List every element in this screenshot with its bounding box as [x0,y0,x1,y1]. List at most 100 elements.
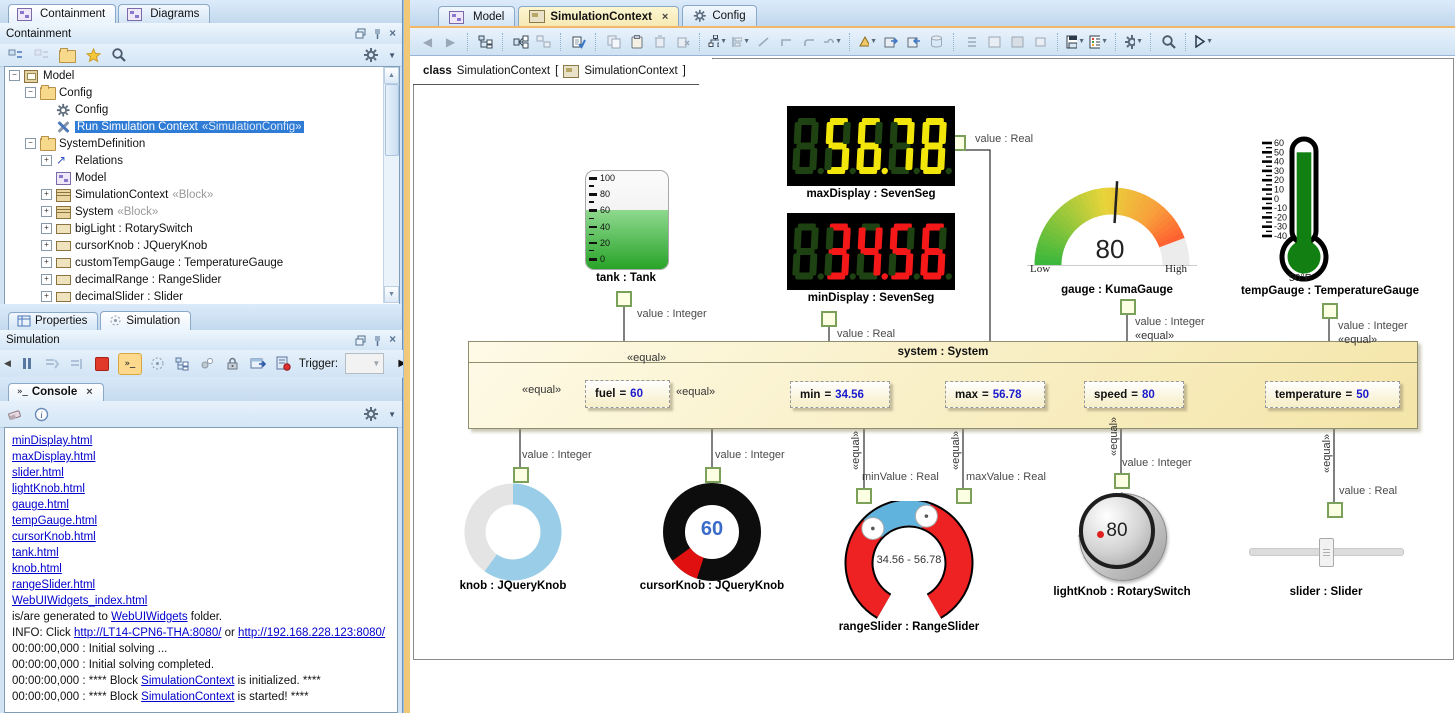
tank-widget[interactable]: 100806040200 [585,170,669,270]
tree-expander-icon[interactable]: − [25,138,36,149]
value-box-min[interactable]: min = 34.56 [790,381,890,408]
tree-expander-icon[interactable]: + [41,274,52,285]
tempgauge-widget[interactable]: 6050403020100-10-20-30-40 [1258,133,1342,285]
image-shape-icon[interactable] [985,32,1004,51]
tree-item-cursorknob-jqueryknob[interactable]: +cursorKnob : JQueryKnob [5,237,399,254]
pause-button[interactable] [18,354,36,374]
tree-expander-icon[interactable]: − [9,70,20,81]
tree-expander-icon[interactable]: + [41,257,52,268]
align-icon[interactable]: ▼ [731,32,750,51]
line-style-oblique-icon[interactable] [754,32,773,51]
delete-view-icon[interactable] [673,32,692,51]
tree-expander-icon[interactable]: + [41,291,52,302]
port-cursorknob-value[interactable] [705,467,721,483]
delete-icon[interactable] [650,32,669,51]
stop-button[interactable] [93,354,111,374]
tree-expander-icon[interactable]: − [25,87,36,98]
knob-widget[interactable] [463,482,563,582]
diagram-canvas[interactable]: class SimulationContext [ SimulationCont… [410,56,1455,713]
tree-item-decimalslider-slider[interactable]: +decimalSlider : Slider [5,288,399,305]
console-link[interactable]: tempGauge.html [12,515,97,527]
gear-icon[interactable]: ▼ [1124,32,1143,51]
port-knob-value[interactable] [513,467,529,483]
tab-properties[interactable]: Properties [8,312,98,330]
console-link[interactable]: lightKnob.html [12,483,85,495]
grid-snap-icon[interactable] [962,32,981,51]
scroll-down-icon[interactable]: ▼ [384,286,399,303]
line-style-rect-icon[interactable] [777,32,796,51]
gear-icon[interactable] [362,46,380,64]
console-link[interactable]: http://LT14-CPN6-THA:8080/ [74,627,221,639]
search-icon[interactable] [110,46,128,64]
containment-view-button[interactable] [174,354,192,374]
value-box-speed[interactable]: speed = 80 [1084,381,1184,408]
image-shape2-icon[interactable] [1008,32,1027,51]
pin-icon[interactable] [373,335,382,346]
tree-item-model[interactable]: −Model [5,67,399,84]
tab-simulationcontext-diagram[interactable]: SimulationContext × [518,6,679,26]
tree-expander-icon[interactable]: + [41,223,52,234]
tree-item-simulationcontext[interactable]: +SimulationContext«Block» [5,186,399,203]
step-over-button[interactable] [68,354,86,374]
port-mindisplay-value[interactable] [821,311,837,327]
database-icon[interactable] [927,32,946,51]
console-button[interactable]: »_ [118,353,142,375]
tab-simulation[interactable]: Simulation [100,311,191,330]
console-link[interactable]: rangeSlider.html [12,579,95,591]
maxdisplay-sevenseg[interactable] [787,106,955,186]
tab-containment[interactable]: Containment [8,4,116,23]
related-elements-icon[interactable] [511,32,530,51]
save-diagram-icon[interactable]: ▼ [1066,32,1085,51]
trigger-select[interactable]: ▼ [345,353,384,374]
favorites-star-icon[interactable] [84,46,102,64]
forward-icon[interactable]: ▶ [441,32,460,51]
tab-model-diagram[interactable]: Model [438,6,515,26]
run-icon[interactable]: ▼ [1194,32,1213,51]
console-link[interactable]: slider.html [12,467,64,479]
console-link[interactable]: gauge.html [12,499,69,511]
tab-diagrams[interactable]: Diagrams [118,4,210,23]
tree-item-config[interactable]: −Config [5,84,399,101]
scroll-thumb[interactable] [385,84,399,156]
tree-expander-icon[interactable]: + [41,155,52,166]
close-panel-icon[interactable]: × [389,334,396,346]
line-style-rounded-icon[interactable] [800,32,819,51]
close-console-tab-icon[interactable]: × [86,386,92,398]
console-link[interactable]: cursorKnob.html [12,531,96,543]
export-window-button[interactable] [249,354,267,374]
float-window-icon[interactable] [355,28,366,39]
float-window-icon[interactable] [355,335,366,346]
paste-icon[interactable] [627,32,646,51]
tree-item-biglight-rotaryswitch[interactable]: +bigLight : RotarySwitch [5,220,399,237]
slider-handle[interactable] [1319,538,1334,567]
open-in-new-tree-icon[interactable] [58,46,76,64]
tree-item-system[interactable]: +System«Block» [5,203,399,220]
tab-config-diagram[interactable]: Config [682,5,756,26]
console-link[interactable]: knob.html [12,563,62,575]
nest-in-icon[interactable] [881,32,900,51]
close-panel-icon[interactable]: × [389,28,396,40]
port-tempgauge-value[interactable] [1322,303,1338,319]
console-link[interactable]: SimulationContext [141,691,234,703]
tree-item-systemdefinition[interactable]: −SystemDefinition [5,135,399,152]
line-jump-icon[interactable]: ▼ [823,32,842,51]
animation-button[interactable] [149,354,167,374]
image-shape3-icon[interactable] [1031,32,1050,51]
gear-dropdown-icon[interactable]: ▼ [388,410,396,419]
console-link[interactable]: SimulationContext [141,675,234,687]
zoom-icon[interactable] [1159,32,1178,51]
tree-scrollbar[interactable]: ▲ ▼ [383,67,399,303]
copy-icon[interactable] [604,32,623,51]
clear-console-icon[interactable] [6,405,24,423]
tree-expander-icon[interactable]: + [41,240,52,251]
info-icon[interactable]: i [32,405,50,423]
refresh-icon[interactable] [534,32,553,51]
port-slider-value[interactable] [1327,502,1343,518]
console-link[interactable]: WebUIWidgets [111,611,187,623]
mindisplay-sevenseg[interactable] [787,213,955,290]
value-box-temperature[interactable]: temperature = 50 [1265,381,1400,408]
value-box-fuel[interactable]: fuel = 60 [585,380,670,408]
pin-icon[interactable] [373,28,382,39]
overflow-left-icon[interactable]: ◀ [4,358,11,369]
tree-item-config[interactable]: Config [5,101,399,118]
